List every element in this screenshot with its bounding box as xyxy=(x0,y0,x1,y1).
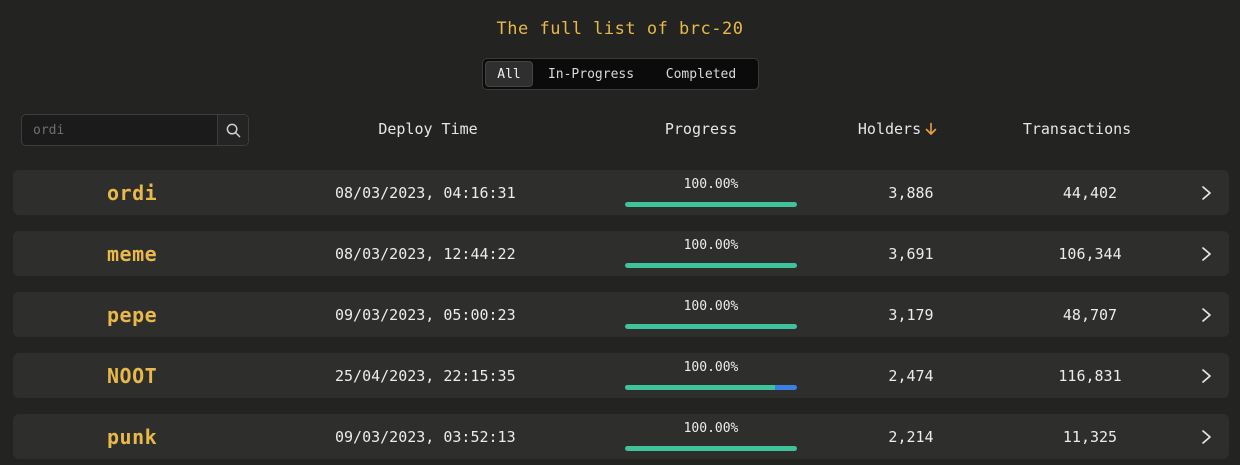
table-row[interactable]: pepe 09/03/2023, 05:00:23 100.00% 3,179 48,7… xyxy=(13,292,1229,337)
progress-percent: 100.00% xyxy=(683,177,739,192)
progress-percent: 100.00% xyxy=(683,360,739,375)
token-name[interactable]: ordi xyxy=(107,170,157,215)
chevron-right-icon[interactable] xyxy=(1199,170,1213,215)
tab-completed[interactable]: Completed xyxy=(649,61,753,87)
tab-in-progress[interactable]: In-Progress xyxy=(533,61,649,87)
progress-bar xyxy=(625,202,797,207)
holders-count: 3,179 xyxy=(888,305,934,324)
chevron-right-icon[interactable] xyxy=(1199,353,1213,398)
progress-cell: 100.00% xyxy=(625,170,797,215)
column-header-progress[interactable]: Progress xyxy=(611,120,791,138)
table-row[interactable]: NOOT 25/04/2023, 22:15:35 100.00% 2,474 116,… xyxy=(13,353,1229,398)
holders-count: 2,214 xyxy=(888,427,934,446)
deploy-time: 09/03/2023, 05:00:23 xyxy=(335,305,516,324)
deploy-time: 09/03/2023, 03:52:13 xyxy=(335,427,516,446)
transactions-count: 44,402 xyxy=(1062,183,1118,202)
search-box xyxy=(21,114,249,146)
progress-bar xyxy=(625,385,797,390)
filter-tabs: All In-Progress Completed xyxy=(482,58,759,90)
table-row[interactable]: meme 08/03/2023, 12:44:22 100.00% 3,691 106,… xyxy=(13,231,1229,276)
deploy-time: 08/03/2023, 12:44:22 xyxy=(335,244,516,263)
progress-bar-fill xyxy=(625,324,797,329)
progress-percent: 100.00% xyxy=(683,299,739,314)
token-name[interactable]: meme xyxy=(107,231,157,276)
progress-cell: 100.00% xyxy=(625,414,797,459)
progress-bar xyxy=(625,446,797,451)
page-title: The full list of brc-20 xyxy=(496,19,744,39)
tab-all[interactable]: All xyxy=(485,61,533,87)
progress-percent: 100.00% xyxy=(683,238,739,253)
holders-count: 3,886 xyxy=(888,183,934,202)
progress-percent: 100.00% xyxy=(683,421,739,436)
arrow-down-icon xyxy=(925,122,937,135)
holders-count: 2,474 xyxy=(888,366,934,385)
token-name[interactable]: punk xyxy=(107,414,157,459)
progress-bar-fill xyxy=(625,202,797,207)
table-row[interactable]: ordi 08/03/2023, 04:16:31 100.00% 3,886 44,4… xyxy=(13,170,1229,215)
progress-bar xyxy=(625,324,797,329)
chevron-right-icon[interactable] xyxy=(1199,292,1213,337)
deploy-time: 08/03/2023, 04:16:31 xyxy=(335,183,516,202)
column-header-holders[interactable]: Holders xyxy=(838,120,958,138)
chevron-right-icon[interactable] xyxy=(1199,414,1213,459)
brc20-list-page: The full list of brc-20 All In-Progress … xyxy=(0,0,1240,465)
transactions-count: 116,831 xyxy=(1058,366,1122,385)
search-input[interactable] xyxy=(22,115,217,145)
deploy-time: 25/04/2023, 22:15:35 xyxy=(335,366,516,385)
search-button[interactable] xyxy=(217,115,248,145)
transactions-count: 48,707 xyxy=(1062,305,1118,324)
column-header-holders-label: Holders xyxy=(857,120,922,138)
table-row[interactable]: punk 09/03/2023, 03:52:13 100.00% 2,214 11,3… xyxy=(13,414,1229,459)
holders-count: 3,691 xyxy=(888,244,934,263)
progress-cell: 100.00% xyxy=(625,353,797,398)
column-header-deploy-time[interactable]: Deploy Time xyxy=(338,120,518,138)
progress-cell: 100.00% xyxy=(625,231,797,276)
token-name[interactable]: NOOT xyxy=(107,353,157,398)
column-header-transactions[interactable]: Transactions xyxy=(987,120,1167,138)
progress-bar xyxy=(625,263,797,268)
progress-bar-fill xyxy=(625,385,775,390)
transactions-count: 11,325 xyxy=(1062,427,1118,446)
token-name[interactable]: pepe xyxy=(107,292,157,337)
transactions-count: 106,344 xyxy=(1058,244,1122,263)
progress-cell: 100.00% xyxy=(625,292,797,337)
chevron-right-icon[interactable] xyxy=(1199,231,1213,276)
search-icon xyxy=(226,123,240,137)
progress-bar-fill xyxy=(625,446,797,451)
progress-bar-fill xyxy=(625,263,797,268)
